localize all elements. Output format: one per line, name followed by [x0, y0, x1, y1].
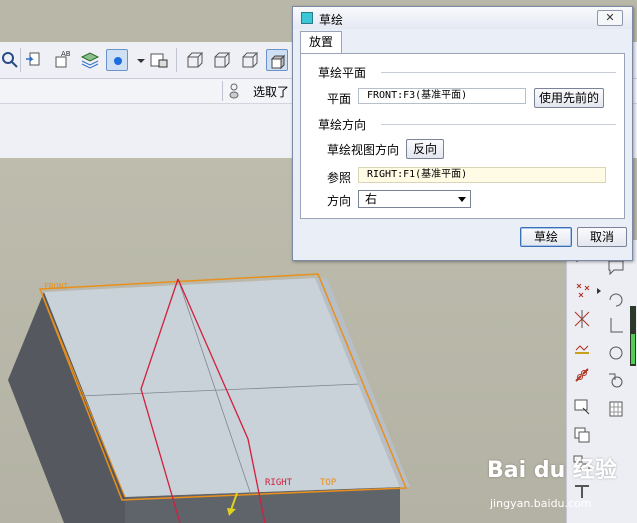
hidden-line-icon[interactable]	[211, 49, 233, 71]
reference-field[interactable]: RIGHT:F1(基准平面)	[358, 167, 606, 183]
watermark-logo: Bai du 经验	[487, 458, 617, 483]
dialog-titlebar[interactable]: 草绘 ✕	[293, 7, 632, 29]
wireframe-icon[interactable]	[184, 49, 206, 71]
close-button[interactable]: ✕	[597, 10, 623, 26]
selection-status: 选取了	[253, 85, 290, 99]
sketch-plane-group-label: 草绘平面	[318, 66, 367, 80]
placement-panel: 草绘平面 平面 FRONT:F3(基准平面) 使用先前的 草绘方向 草绘视图方向…	[300, 53, 625, 219]
dialog-title: 草绘	[319, 13, 344, 27]
sketch-icon	[301, 12, 313, 24]
plane-label: 平面	[327, 92, 352, 106]
tab-placement[interactable]: 放置	[300, 31, 342, 54]
cancel-button[interactable]: 取消	[577, 227, 627, 247]
view-direction-label: 草绘视图方向	[327, 143, 400, 157]
copy-icon[interactable]	[571, 424, 593, 446]
dimension-icon[interactable]	[605, 314, 627, 336]
flip-button[interactable]: 反向	[406, 139, 444, 159]
zoom-icon[interactable]	[0, 49, 22, 71]
saved-view-icon[interactable]	[148, 49, 170, 71]
use-previous-button[interactable]: 使用先前的	[534, 88, 604, 108]
plane-field[interactable]: FRONT:F3(基准平面)	[358, 88, 526, 104]
right-datum-label: RIGHT	[265, 478, 293, 488]
sketch-dialog: 草绘 ✕ 放置 草绘平面 平面 FRONT:F3(基准平面) 使用先前的 草绘方…	[292, 6, 633, 261]
chain-icon[interactable]	[571, 364, 593, 386]
watermark-url: jingyan.baidu.com	[490, 497, 592, 510]
chevron-down-icon	[458, 197, 466, 202]
chevron-down-icon[interactable]	[130, 49, 145, 71]
orientation-label: 方向	[327, 194, 352, 208]
progress-gauge	[630, 306, 636, 366]
front-datum-label: FRONT	[44, 282, 69, 291]
reference-label: 参照	[327, 171, 352, 185]
datum-axis-icon[interactable]	[571, 308, 593, 330]
datum-point-icon[interactable]	[571, 280, 593, 302]
placement-icon[interactable]	[571, 396, 593, 418]
orientation-select[interactable]: 右	[358, 190, 471, 208]
annotation-icon[interactable]: AB	[52, 49, 74, 71]
grid-icon[interactable]	[605, 398, 627, 420]
sketch-orientation-group-label: 草绘方向	[318, 118, 367, 132]
analysis-icon[interactable]	[605, 370, 627, 392]
coordinate-icon[interactable]	[571, 336, 593, 358]
svg-text:AB: AB	[61, 50, 71, 58]
insert-icon[interactable]	[24, 49, 46, 71]
top-datum-label: TOP	[320, 478, 337, 488]
display-style-icon[interactable]	[106, 49, 128, 71]
rotate-icon[interactable]	[605, 288, 627, 310]
layers-icon[interactable]	[79, 49, 101, 71]
orientation-value: 右	[365, 192, 378, 206]
no-hidden-icon[interactable]	[239, 49, 261, 71]
shading-icon[interactable]	[266, 49, 288, 71]
sketch-button[interactable]: 草绘	[520, 227, 572, 247]
measure-icon[interactable]	[605, 342, 627, 364]
filter-icon[interactable]	[228, 82, 240, 100]
